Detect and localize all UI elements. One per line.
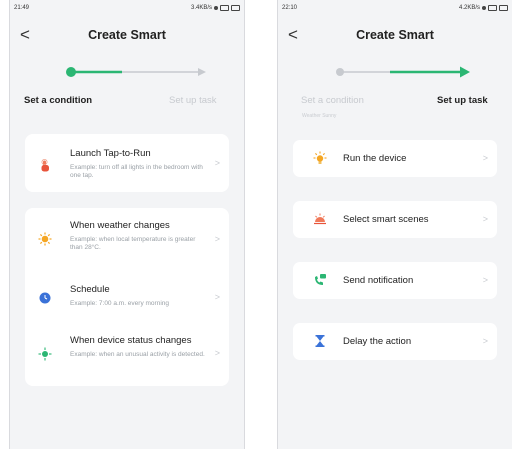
back-arrow-icon[interactable]: < (20, 25, 30, 45)
item-subtitle: Example: when an unusual activity is det… (70, 351, 205, 358)
condition-summary: Weather Sunny (302, 113, 337, 119)
condition-card-tap: Launch Tap-to-Run Example: turn off all … (25, 134, 229, 192)
progress-arrow-icon (198, 68, 206, 76)
header: < Create Smart (278, 22, 512, 48)
step-label-condition: Set a condition (301, 95, 364, 106)
item-title: When device status changes (70, 335, 192, 346)
page-title: Create Smart (356, 28, 434, 42)
status-bar: 22:10 4.2KB/s (278, 0, 512, 16)
task-title: Select smart scenes (343, 214, 429, 225)
step-progress (336, 66, 470, 78)
condition-item-weather[interactable]: When weather changes Example: when local… (25, 208, 229, 268)
step-label-task: Set up task (169, 95, 217, 106)
phone-screen-left: 21:49 3.4KB/s < Create Smart Set a condi… (9, 0, 245, 449)
alarm-icon (214, 6, 218, 10)
back-arrow-icon[interactable]: < (288, 25, 298, 45)
status-time: 22:10 (282, 5, 298, 11)
item-title: Schedule (70, 284, 110, 295)
step-progress (66, 67, 206, 77)
step-label-task: Set up task (437, 95, 488, 106)
header: < Create Smart (10, 22, 244, 48)
task-title: Delay the action (343, 336, 412, 347)
battery-icon (499, 5, 508, 11)
battery-icon (231, 5, 240, 11)
chevron-right-icon: > (214, 348, 220, 358)
condition-card-auto: When weather changes Example: when local… (25, 208, 229, 386)
task-item-run-device[interactable]: Run the device > (293, 140, 497, 177)
condition-item-device-status[interactable]: When device status changes Example: when… (25, 324, 229, 384)
hand-tap-icon (38, 159, 52, 173)
item-subtitle: Example: when local temperature is great… (70, 236, 196, 251)
device-run-icon (313, 151, 327, 165)
item-subtitle: Example: 7:00 a.m. every morning (70, 300, 169, 307)
task-item-send-notification[interactable]: Send notification > (293, 262, 497, 299)
page-title: Create Smart (88, 28, 166, 42)
network-speed: 3.4KB/s (190, 5, 212, 11)
chevron-right-icon: > (482, 214, 488, 224)
signal-icon (488, 5, 497, 11)
chevron-right-icon: > (482, 336, 488, 346)
phone-screen-right: 22:10 4.2KB/s < Create Smart Set a condi… (277, 0, 512, 449)
device-icon (38, 347, 52, 361)
task-title: Run the device (343, 153, 407, 164)
clock-icon (38, 291, 52, 305)
hourglass-icon (313, 334, 327, 348)
chevron-right-icon: > (214, 292, 220, 302)
signal-icon (220, 5, 229, 11)
scene-icon (313, 212, 327, 226)
notification-icon (313, 273, 327, 287)
status-bar: 21:49 3.4KB/s (10, 0, 244, 16)
step-label-condition: Set a condition (24, 95, 93, 106)
chevron-right-icon: > (482, 153, 488, 163)
alarm-icon (482, 6, 486, 10)
chevron-right-icon: > (214, 234, 220, 244)
step-1-dot (336, 68, 344, 76)
chevron-right-icon: > (482, 275, 488, 285)
item-subtitle: Example: turn off all lights in the bedr… (70, 164, 203, 179)
status-time: 21:49 (14, 5, 30, 11)
step-1-dot (66, 67, 76, 77)
task-item-delay-action[interactable]: Delay the action > (293, 323, 497, 360)
chevron-right-icon: > (214, 158, 220, 168)
network-speed: 4.2KB/s (458, 5, 480, 11)
task-title: Send notification (343, 275, 414, 286)
condition-item-tap-to-run[interactable]: Launch Tap-to-Run Example: turn off all … (25, 134, 229, 192)
item-title: Launch Tap-to-Run (70, 148, 151, 159)
sun-icon (38, 232, 52, 246)
progress-arrow-icon (460, 66, 470, 78)
condition-item-schedule[interactable]: Schedule Example: 7:00 a.m. every mornin… (25, 272, 229, 316)
task-item-smart-scenes[interactable]: Select smart scenes > (293, 201, 497, 238)
item-title: When weather changes (70, 220, 170, 231)
